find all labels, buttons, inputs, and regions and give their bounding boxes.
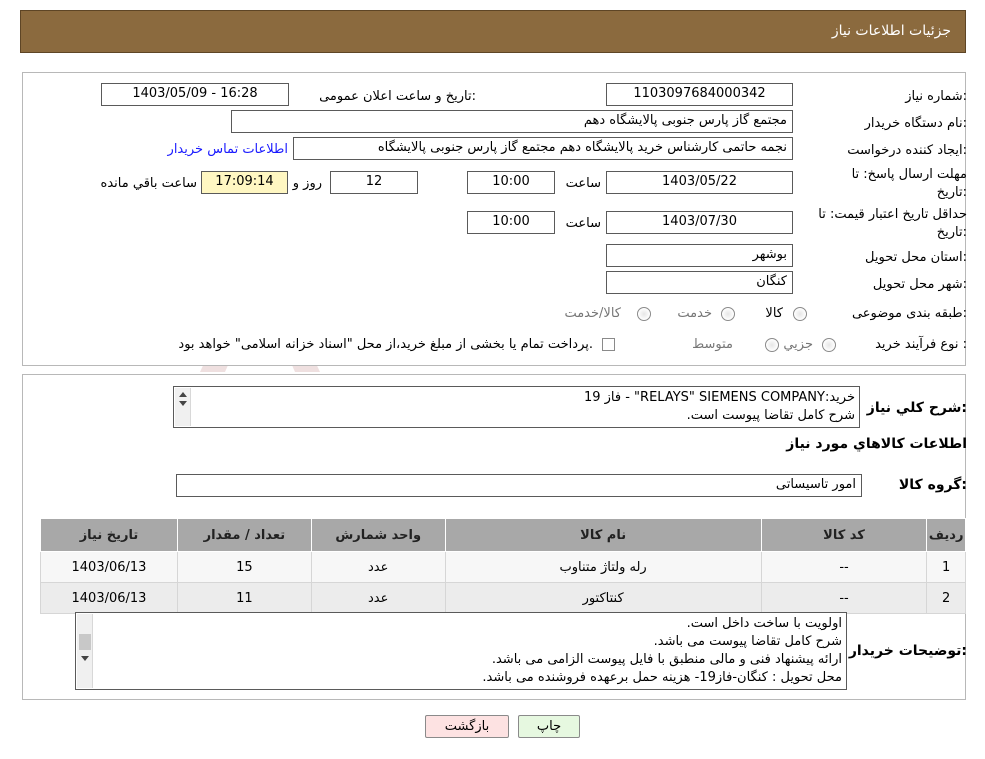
process-medium-radio[interactable] — [765, 338, 779, 352]
buyer-notes-textarea[interactable]: اولویت با ساخت داخل است. شرح کامل تقاضا … — [75, 612, 847, 690]
scroll-down-icon[interactable] — [81, 656, 89, 661]
need-number-label: شماره نیاز: — [905, 89, 967, 104]
cell-item-name: کنتاکتور — [444, 582, 762, 614]
deadline-time-field[interactable]: 10:00 — [467, 171, 555, 194]
scroll-down-icon[interactable] — [179, 401, 187, 406]
days-remaining-field[interactable]: 12 — [330, 171, 418, 194]
buyer-org-field[interactable]: مجتمع گاز پارس جنوبی پالایشگاه دهم — [231, 110, 793, 133]
back-button[interactable]: بازگشت — [425, 715, 509, 738]
need-number-field[interactable]: 1103097684000342 — [606, 83, 793, 106]
buyer-note-line-4: محل تحویل : کنگان-فاز19- هزینه حمل برعهد… — [482, 670, 842, 685]
col-need-date: تاریخ نیاز — [40, 518, 178, 552]
goods-group-label: گروه کالا: — [898, 477, 967, 493]
cell-need-date: 1403/06/13 — [40, 582, 178, 614]
cell-row-number: 2 — [926, 582, 966, 614]
cell-unit: عدد — [310, 551, 446, 583]
col-row-number: رديف — [926, 518, 966, 552]
print-button[interactable]: چاپ — [518, 715, 580, 738]
validity-time-field[interactable]: 10:00 — [467, 211, 555, 234]
validity-time-label: ساعت — [565, 216, 601, 231]
category-service-radio[interactable] — [721, 307, 735, 321]
province-label: استان محل تحویل: — [865, 250, 967, 265]
scroll-up-icon[interactable] — [179, 392, 187, 397]
table-row[interactable]: 2 -- کنتاکتور عدد 11 1403/06/13 — [40, 582, 966, 614]
remaining-time-field: 17:09:14 — [201, 171, 288, 194]
deadline-date-field[interactable]: 1403/05/22 — [606, 171, 793, 194]
col-unit: واحد شمارش — [310, 518, 446, 552]
scroll-thumb[interactable] — [79, 634, 91, 650]
buyer-note-line-2: شرح کامل تقاضا پیوست می باشد. — [653, 634, 842, 649]
cell-need-date: 1403/06/13 — [40, 551, 178, 583]
buyer-notes-scrollbar[interactable] — [77, 614, 93, 688]
city-field[interactable]: کنگان — [606, 271, 793, 294]
buyer-note-line-3: ارائه پیشنهاد فنی و مالی منطبق با فایل پ… — [491, 652, 842, 667]
remaining-time-label: ساعت باقي مانده — [100, 176, 197, 191]
summary-label: شرح کلي نياز: — [866, 400, 967, 416]
days-label: روز و — [292, 176, 322, 191]
creator-label: ایجاد کننده درخواست: — [847, 143, 967, 158]
deadline-time-label: ساعت — [565, 176, 601, 191]
process-minor-label: جزيي — [783, 337, 813, 352]
items-section-title: اطلاعات کالاهاي مورد نياز — [786, 436, 967, 452]
province-field[interactable]: بوشهر — [606, 244, 793, 267]
goods-group-field[interactable]: امور تاسیساتی — [176, 474, 862, 497]
cell-item-name: رله ولتاژ متناوب — [444, 551, 762, 583]
process-type-label: نوع فرآیند خرید : — [875, 337, 967, 352]
category-service-label: خدمت — [677, 306, 712, 321]
buyer-contact-link[interactable]: اطلاعات تماس خریدار — [168, 142, 288, 157]
col-quantity: تعداد / مقدار — [176, 518, 312, 552]
summary-line-2: شرح کامل تقاضا پیوست است. — [686, 408, 855, 423]
category-label: طبقه بندی موضوعی: — [851, 306, 967, 321]
cell-item-code: -- — [760, 582, 928, 614]
validity-label: حداقل تاریخ اعتبار قیمت: تا — [818, 207, 967, 222]
cell-row-number: 1 — [926, 551, 966, 583]
deadline-label-date: تاریخ: — [936, 185, 967, 200]
summary-scrollbar[interactable] — [175, 388, 191, 426]
category-both-radio[interactable] — [637, 307, 651, 321]
process-minor-radio[interactable] — [822, 338, 836, 352]
buyer-org-label: نام دستگاه خریدار: — [864, 116, 967, 131]
category-goods-label: کالا — [765, 306, 783, 321]
city-label: شهر محل تحویل: — [872, 277, 967, 292]
deadline-label: مهلت ارسال پاسخ: تا — [851, 167, 967, 182]
validity-date-field[interactable]: 1403/07/30 — [606, 211, 793, 234]
category-goods-radio[interactable] — [793, 307, 807, 321]
cell-item-code: -- — [760, 551, 928, 583]
validity-label-date: تاریخ: — [936, 225, 967, 240]
items-table-header: رديف کد کالا نام کالا واحد شمارش تعداد /… — [40, 518, 966, 552]
cell-quantity: 11 — [176, 582, 312, 614]
creator-field[interactable]: نجمه حاتمی کارشناس خرید پالایشگاه دهم مج… — [293, 137, 793, 160]
page-header: جزئیات اطلاعات نیاز — [20, 10, 966, 53]
announce-datetime-field[interactable]: 1403/05/09 - 16:28 — [101, 83, 289, 106]
summary-textarea[interactable]: خرید:RELAYS" SIEMENS COMPANY" - فاز 19 ش… — [173, 386, 860, 428]
summary-line-1: خرید:RELAYS" SIEMENS COMPANY" - فاز 19 — [583, 390, 855, 405]
buyer-note-line-1: اولویت با ساخت داخل است. — [686, 616, 842, 631]
buyer-notes-label: توضیحات خریدار: — [848, 643, 967, 659]
col-item-name: نام کالا — [444, 518, 762, 552]
category-both-label: کالا/خدمت — [564, 306, 621, 321]
page-title: جزئیات اطلاعات نیاز — [831, 23, 951, 39]
cell-quantity: 15 — [176, 551, 312, 583]
treasury-checkbox[interactable] — [602, 338, 615, 351]
cell-unit: عدد — [310, 582, 446, 614]
col-item-code: کد کالا — [760, 518, 928, 552]
process-medium-label: متوسط — [692, 337, 733, 352]
treasury-note: پرداخت تمام یا بخشی از مبلغ خرید،از محل … — [178, 337, 593, 352]
announce-datetime-label: تاریخ و ساعت اعلان عمومی: — [319, 89, 476, 104]
items-table: رديف کد کالا نام کالا واحد شمارش تعداد /… — [40, 518, 966, 614]
table-row[interactable]: 1 -- رله ولتاژ متناوب عدد 15 1403/06/13 — [40, 551, 966, 583]
